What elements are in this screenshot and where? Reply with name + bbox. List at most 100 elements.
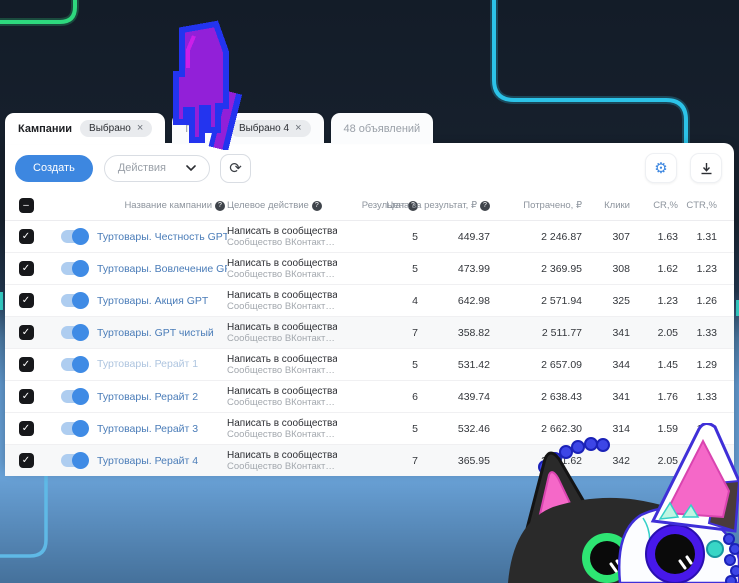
table-row[interactable]: ✓ Туртовары. Рерайт 2 Написать в сообщес… [5,381,734,413]
cost-per-result-cell: 365.95 [420,455,492,467]
result-cell: 5 [337,231,420,243]
result-cell: 6 [337,391,420,403]
row-toggle-cell [47,358,97,371]
campaign-name-link[interactable]: Туртовары. Акция GPT [97,295,227,307]
target-action-cell: Написать в сообщества Сообщество ВКонтак… [227,418,337,440]
campaign-toggle-switch[interactable] [61,262,88,275]
create-button[interactable]: Создать [15,155,93,182]
campaign-toggle-switch[interactable] [61,294,88,307]
table-row[interactable]: ✓ Туртовары. Акция GPT Написать в сообще… [5,285,734,317]
campaign-toggle-switch[interactable] [61,326,88,339]
settings-button[interactable]: ⚙ [645,153,677,183]
result-cell: 5 [337,263,420,275]
row-checkbox-cell[interactable]: ✓ [5,293,47,308]
column-header: Потрачено, ₽ [492,200,584,211]
row-checkbox[interactable]: ✓ [19,261,34,276]
campaign-name-link[interactable]: Туртовары. Вовлечение GPT [97,263,227,275]
row-checkbox[interactable]: ✓ [19,421,34,436]
column-header: Клики [584,200,632,211]
target-action-line2: Сообщество ВКонтакт… [227,333,337,344]
campaign-name-link[interactable]: Туртовары. Рерайт 1 [97,358,227,370]
toggle-knob [72,324,89,341]
cr-cell: 1.63 [632,231,680,243]
result-cell: 5 [337,359,420,371]
row-checkbox[interactable]: ✓ [19,357,34,372]
target-action-line1: Написать в сообщества [227,226,337,237]
row-checkbox[interactable]: ✓ [19,389,34,404]
close-icon[interactable]: × [295,123,301,134]
tab-campaigns-selected-badge[interactable]: Выбрано × [80,120,152,137]
campaign-name-link[interactable]: Туртовары. Рерайт 2 [97,391,227,403]
row-checkbox-cell[interactable]: ✓ [5,389,47,404]
campaign-toggle-switch[interactable] [61,422,88,435]
table-row[interactable]: ✓ Туртовары. GPT чистый Написать в сообщ… [5,317,734,349]
result-cell: 5 [337,423,420,435]
export-button[interactable] [690,153,722,183]
cr-cell: 1.23 [632,295,680,307]
campaign-toggle-switch[interactable] [61,230,88,243]
campaigns-panel: Создать Действия ⟳ ⚙ – Н [5,143,734,470]
campaign-name-cell: Туртовары. Рерайт 4 [97,455,227,467]
row-checkbox-cell[interactable]: ✓ [5,357,47,372]
row-checkbox[interactable]: ✓ [19,293,34,308]
target-action-line1: Написать в сообщества [227,386,337,397]
campaign-name-cell: Туртовары. Вовлечение GPT [97,263,227,275]
campaign-name-cell: Туртовары. Честность GPT [97,231,227,243]
help-icon[interactable]: ? [312,201,322,211]
table-row[interactable]: ✓ Туртовары. Вовлечение GPT Написать в с… [5,253,734,285]
cost-per-result-cell: 532.46 [420,423,492,435]
result-cell: 7 [337,455,420,467]
toggle-knob [72,452,89,469]
row-checkbox-cell[interactable]: ✓ [5,421,47,436]
campaign-name-link[interactable]: Туртовары. Рерайт 4 [97,455,227,467]
target-action-line2: Сообщество ВКонтакт… [227,365,337,376]
table-row[interactable]: ✓ Туртовары. Рерайт 1 Написать в сообщес… [5,349,734,381]
row-checkbox-cell[interactable]: ✓ [5,325,47,340]
row-toggle-cell [47,294,97,307]
table-row[interactable]: ✓ Туртовары. Честность GPT Написать в со… [5,221,734,253]
cr-cell: 1.76 [632,391,680,403]
row-toggle-cell [47,390,97,403]
toggle-knob [72,420,89,437]
row-checkbox-cell[interactable]: ✓ [5,261,47,276]
campaign-name-link[interactable]: Туртовары. GPT чистый [97,327,227,339]
pixel-hand-cursor [148,18,258,150]
tab-ads[interactable]: 48 объявлений [331,113,434,144]
help-icon[interactable]: ? [215,201,225,211]
campaign-name-link[interactable]: Туртовары. Рерайт 3 [97,423,227,435]
row-checkbox[interactable]: ✓ [19,325,34,340]
tab-campaigns[interactable]: Кампании Выбрано × [5,113,165,144]
result-cell: 4 [337,295,420,307]
close-icon[interactable]: × [137,123,143,134]
target-action-cell: Написать в сообщества Сообщество ВКонтак… [227,354,337,376]
campaign-name-link[interactable]: Туртовары. Честность GPT [97,231,227,243]
campaign-name-cell: Туртовары. Рерайт 2 [97,391,227,403]
ctr-cell: 1.33 [680,327,719,339]
target-action-line2: Сообщество ВКонтакт… [227,461,337,472]
ctr-cell: 1.33 [680,391,719,403]
target-action-line2: Сообщество ВКонтакт… [227,429,337,440]
select-all-checkbox[interactable]: – [19,198,34,213]
row-checkbox[interactable]: ✓ [19,229,34,244]
campaign-toggle-switch[interactable] [61,358,88,371]
actions-dropdown[interactable]: Действия [104,155,210,182]
help-icon[interactable]: ? [480,201,490,211]
row-checkbox-cell[interactable]: ✓ [5,453,47,468]
result-cell: 7 [337,327,420,339]
tab-campaigns-label: Кампании [18,123,72,135]
campaign-toggle-switch[interactable] [61,454,88,467]
row-checkbox-cell[interactable]: ✓ [5,229,47,244]
cost-per-result-cell: 358.82 [420,327,492,339]
campaign-name-cell: Туртовары. Рерайт 1 [97,358,227,370]
clicks-cell: 341 [584,391,632,403]
campaign-name-cell: Туртовары. Рерайт 3 [97,423,227,435]
cost-per-result-cell: 439.74 [420,391,492,403]
column-header: CR,% [632,200,680,211]
campaign-toggle-switch[interactable] [61,390,88,403]
toggle-knob [72,260,89,277]
target-action-line2: Сообщество ВКонтакт… [227,269,337,280]
refresh-button[interactable]: ⟳ [220,154,251,183]
row-checkbox[interactable]: ✓ [19,453,34,468]
clicks-cell: 325 [584,295,632,307]
header-checkbox-cell[interactable]: – [5,198,47,213]
